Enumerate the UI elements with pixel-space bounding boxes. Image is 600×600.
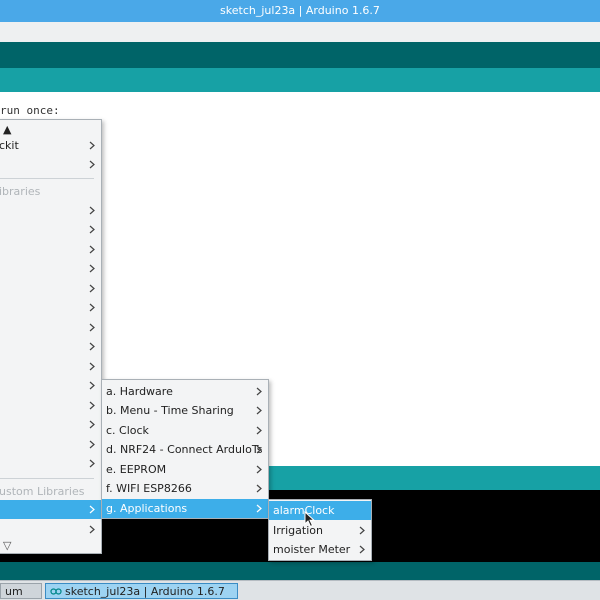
menu-separator <box>0 478 94 479</box>
menu-section-libraries: ibraries <box>0 185 41 198</box>
chevron-right-icon <box>87 259 97 278</box>
chevron-right-icon <box>254 479 264 498</box>
menu-item[interactable] <box>0 435 101 454</box>
submenu-item-time-sharing[interactable]: b. Menu - Time Sharing <box>102 401 268 420</box>
chevron-right-icon <box>254 440 264 459</box>
toolbar <box>0 42 600 68</box>
sketch-menu: ▲ ckit ibraries ustom Libraries ▽ <box>0 119 102 554</box>
chevron-right-icon <box>87 240 97 259</box>
chevron-right-icon <box>254 382 264 401</box>
chevron-right-icon <box>254 421 264 440</box>
submenu-item-applications[interactable]: g. Applications <box>102 499 268 518</box>
menu-item[interactable] <box>0 240 101 259</box>
arduino-logo-icon <box>50 588 62 595</box>
menu-separator <box>0 178 94 179</box>
custom-libraries-submenu: a. Hardware b. Menu - Time Sharing c. Cl… <box>101 379 269 519</box>
taskbar-item-label: um <box>5 585 23 598</box>
menu-item[interactable] <box>0 155 101 174</box>
board-status-bar <box>0 562 600 580</box>
chevron-right-icon <box>87 500 97 519</box>
menu-item[interactable] <box>0 396 101 415</box>
submenu-item-moister-meter[interactable]: moister Meter <box>269 540 371 559</box>
chevron-right-icon <box>87 136 97 155</box>
menu-item[interactable] <box>0 279 101 298</box>
submenu-item-eeprom[interactable]: e. EEPROM <box>102 460 268 479</box>
menu-item[interactable] <box>0 376 101 395</box>
taskbar-item-label: sketch_jul23a | Arduino 1.6.7 <box>65 585 225 598</box>
chevron-right-icon <box>87 220 97 239</box>
chevron-right-icon <box>254 499 264 518</box>
menu-item[interactable] <box>0 318 101 337</box>
menu-item[interactable] <box>0 220 101 239</box>
submenu-item-clock[interactable]: c. Clock <box>102 421 268 440</box>
applications-submenu: alarmClock Irrigation moister Meter <box>268 499 372 561</box>
menu-item-kit[interactable]: ckit <box>0 136 101 155</box>
submenu-item-irrigation[interactable]: Irrigation <box>269 521 371 540</box>
chevron-right-icon <box>87 279 97 298</box>
submenu-item-nrf24[interactable]: d. NRF24 - Connect ArduIoTs <box>102 440 268 459</box>
menu-item[interactable] <box>0 337 101 356</box>
chevron-right-icon <box>357 521 367 540</box>
menu-item[interactable] <box>0 357 101 376</box>
chevron-right-icon <box>87 415 97 434</box>
chevron-right-icon <box>87 376 97 395</box>
chevron-right-icon <box>87 454 97 473</box>
submenu-item-wifi[interactable]: f. WIFI ESP8266 <box>102 479 268 498</box>
code-line: run once: <box>0 104 60 117</box>
taskbar-item-arduino[interactable]: sketch_jul23a | Arduino 1.6.7 <box>45 583 238 599</box>
menu-item[interactable] <box>0 298 101 317</box>
menu-item-custom-active[interactable] <box>0 500 101 519</box>
menu-item[interactable] <box>0 454 101 473</box>
chevron-right-icon <box>87 155 97 174</box>
menu-bar <box>0 22 600 42</box>
chevron-right-icon <box>87 396 97 415</box>
tab-strip <box>0 68 600 92</box>
menu-item[interactable] <box>0 415 101 434</box>
taskbar-item-serial[interactable]: um <box>0 583 42 599</box>
menu-section-custom-libraries: ustom Libraries <box>0 485 85 498</box>
chevron-right-icon <box>87 435 97 454</box>
chevron-right-icon <box>87 318 97 337</box>
chevron-right-icon <box>254 401 264 420</box>
submenu-item-alarmclock[interactable]: alarmClock <box>269 501 371 520</box>
taskbar: um sketch_jul23a | Arduino 1.6.7 <box>0 580 600 600</box>
chevron-right-icon <box>87 357 97 376</box>
chevron-right-icon <box>357 540 367 559</box>
chevron-right-icon <box>87 337 97 356</box>
menu-item[interactable] <box>0 259 101 278</box>
submenu-item-hardware[interactable]: a. Hardware <box>102 382 268 401</box>
mouse-cursor-icon <box>304 511 316 528</box>
menu-item[interactable] <box>0 201 101 220</box>
chevron-right-icon <box>87 201 97 220</box>
scroll-down-arrow[interactable]: ▽ <box>0 536 101 555</box>
window-title: sketch_jul23a | Arduino 1.6.7 <box>0 0 600 22</box>
chevron-right-icon <box>254 460 264 479</box>
chevron-right-icon <box>87 298 97 317</box>
